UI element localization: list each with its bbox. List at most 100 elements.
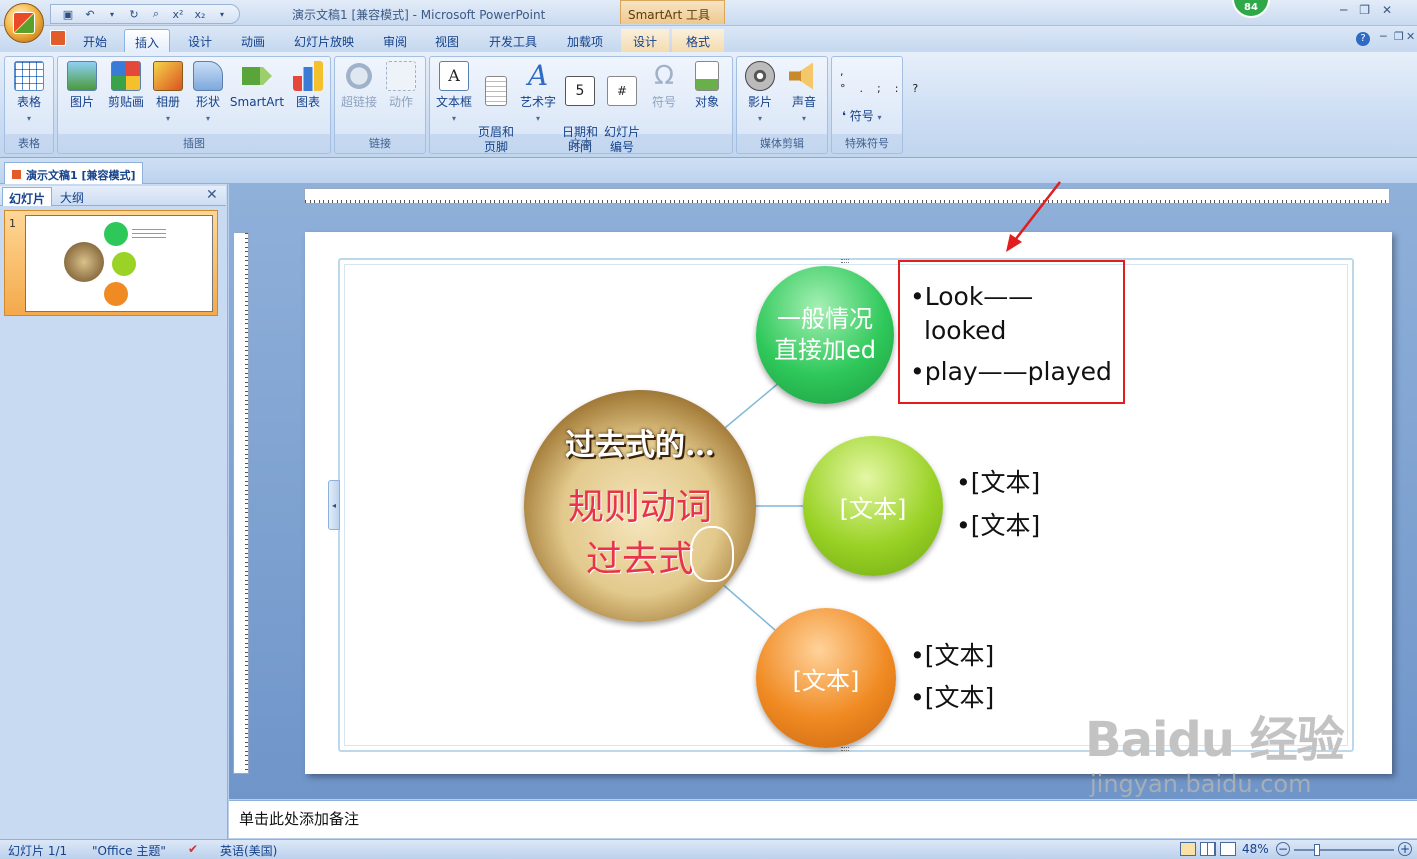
node-1-bullet-1[interactable]: •Look——	[910, 282, 1033, 312]
save-icon[interactable]: ▣	[59, 6, 77, 22]
special-symbol-button[interactable]: ❛ 符号 ▾	[842, 107, 882, 124]
tab-smartart-format[interactable]: 格式	[672, 29, 724, 52]
node-circle-2[interactable]: [文本]	[803, 436, 943, 576]
shapes-button[interactable]: 形状 ▾	[190, 61, 226, 126]
smartart-tools-label: SmartArt 工具	[620, 0, 725, 24]
zoom-slider[interactable]	[1294, 849, 1394, 851]
omega-icon: Ω	[654, 61, 674, 91]
document-icon	[11, 169, 22, 180]
horizontal-ruler	[304, 188, 1390, 204]
superscript-icon[interactable]: x²	[169, 6, 187, 22]
ribbon-minimize-icon[interactable]: ─	[1380, 30, 1387, 43]
slide-sorter-icon[interactable]	[1200, 842, 1216, 856]
node-2-bullet-1[interactable]: •[文本]	[956, 468, 1040, 498]
group-special-label: 特殊符号	[845, 137, 889, 150]
tab-animation[interactable]: 动画	[230, 29, 276, 52]
action-button[interactable]: 动作	[381, 61, 421, 110]
group-links: 超链接 动作 链接	[334, 56, 426, 154]
slide-thumbnail[interactable]: 1	[4, 210, 218, 316]
tab-slides[interactable]: 幻灯片	[2, 187, 53, 206]
redo-icon[interactable]: ↻	[125, 6, 143, 22]
node-circle-2-label: [文本]	[839, 494, 907, 523]
node-2-bullet-2[interactable]: •[文本]	[956, 511, 1040, 541]
node-1-bullet-1-cont[interactable]: looked	[924, 316, 1006, 346]
status-language[interactable]: 英语(美国)	[220, 842, 277, 859]
tab-outline[interactable]: 大纲	[54, 187, 90, 206]
wordart-button[interactable]: A 艺术字 ▾	[518, 61, 558, 126]
close-pane-icon[interactable]: ✕	[206, 187, 218, 203]
group-illustrations-label: 插图	[183, 137, 205, 150]
ribbon-close-icon[interactable]: ✕	[1406, 30, 1415, 43]
symbol-button[interactable]: Ω 符号	[644, 61, 684, 110]
node-1-bullet-2[interactable]: •play——played	[910, 357, 1112, 387]
tab-insert[interactable]: 插入	[124, 29, 170, 52]
object-button[interactable]: 对象	[686, 61, 728, 110]
undo-icon[interactable]: ↶	[81, 6, 99, 22]
node-circle-1-label: 一般情况直接加ed	[774, 305, 876, 364]
hyperlink-button[interactable]: 超链接	[337, 61, 381, 110]
tab-home[interactable]: 开始	[74, 29, 116, 52]
smartart-button[interactable]: SmartArt	[228, 61, 286, 110]
center-circle-line2: 规则动词	[567, 487, 712, 528]
ribbon-restore-icon[interactable]: ❐	[1394, 30, 1404, 43]
tab-review[interactable]: 审阅	[372, 29, 418, 52]
picture-icon	[67, 61, 97, 91]
document-tab-bar	[0, 158, 1417, 184]
node-circle-3[interactable]: [文本]	[756, 608, 896, 748]
undo-dropdown-icon[interactable]: ▾	[103, 6, 121, 22]
picture-button[interactable]: 图片	[62, 61, 102, 110]
restore-icon[interactable]: ❐	[1359, 3, 1370, 17]
customize-qat-icon[interactable]: ▾	[213, 6, 231, 22]
quick-access-toolbar: ▣ ↶ ▾ ↻ ⌕ x² x₂ ▾	[50, 4, 240, 24]
punctuation-grid[interactable]: ,°.;:?	[840, 63, 918, 97]
app-menu-icon[interactable]	[50, 30, 66, 46]
hyperlink-icon	[344, 61, 374, 91]
center-circle-header: 过去式的…	[565, 428, 715, 463]
table-button[interactable]: 表格 ▾	[9, 61, 49, 126]
status-theme[interactable]: "Office 主题"	[92, 842, 166, 859]
normal-view-icon[interactable]	[1180, 842, 1196, 856]
node-3-bullet-2[interactable]: •[文本]	[910, 683, 994, 713]
zoom-level[interactable]: 48%	[1242, 842, 1269, 856]
clipart-button[interactable]: 剪贴画	[104, 61, 148, 110]
zoom-in-icon[interactable]: +	[1398, 842, 1412, 856]
slide-thumbnail-number: 1	[9, 217, 16, 230]
textbox-button[interactable]: A 文本框 ▾	[432, 61, 476, 126]
photo-album-button[interactable]: 相册 ▾	[148, 61, 188, 126]
movie-button[interactable]: 影片 ▾	[739, 61, 781, 126]
slideshow-view-icon[interactable]	[1220, 842, 1236, 856]
tab-slideshow[interactable]: 幻灯片放映	[284, 29, 364, 52]
office-button[interactable]	[4, 3, 44, 43]
zoom-slider-thumb[interactable]	[1314, 844, 1320, 856]
document-tab[interactable]: 演示文稿1 [兼容模式]	[4, 162, 143, 184]
vertical-ruler	[233, 232, 249, 774]
node-3-bullet-1[interactable]: •[文本]	[910, 641, 994, 671]
help-icon[interactable]: ?	[1356, 32, 1370, 46]
close-icon[interactable]: ✕	[1382, 3, 1392, 17]
group-text: A 文本框 ▾ 页眉和 页脚 A 艺术字 ▾ 5 日期和 时间 # 幻灯片 编号 Ω…	[429, 56, 733, 154]
node-circle-3-label: [文本]	[792, 666, 860, 695]
group-table: 表格 ▾ 表格	[4, 56, 54, 154]
tab-design[interactable]: 设计	[178, 29, 222, 52]
smartart-icon	[242, 67, 272, 85]
calendar-icon: 5	[565, 76, 595, 106]
minimize-icon[interactable]: ─	[1340, 3, 1347, 17]
header-footer-icon	[485, 76, 507, 106]
chart-button[interactable]: 图表	[288, 61, 328, 110]
clipart-icon	[111, 61, 141, 91]
subscript-icon[interactable]: x₂	[191, 6, 209, 22]
tab-view[interactable]: 视图	[424, 29, 470, 52]
node-circle-1[interactable]: 一般情况直接加ed	[756, 266, 894, 404]
ribbon: 表格▾ 表格 图片 剪贴画 相册▾ 形状▾ SmartArt 图表 插图	[0, 52, 1417, 158]
thumb-node-orange	[104, 282, 128, 306]
spellcheck-icon[interactable]: ✔	[188, 842, 198, 856]
status-bar: 幻灯片 1/1 "Office 主题" ✔ 英语(美国) 48% − +	[0, 839, 1417, 859]
tab-developer[interactable]: 开发工具	[478, 29, 548, 52]
tab-addins[interactable]: 加载项	[556, 29, 614, 52]
print-preview-icon[interactable]: ⌕	[147, 6, 165, 22]
textbox-icon: A	[439, 61, 469, 91]
zoom-out-icon[interactable]: −	[1276, 842, 1290, 856]
center-image-circle[interactable]: 过去式的… 规则动词 过去式	[524, 390, 756, 622]
sound-button[interactable]: 声音 ▾	[783, 61, 825, 126]
tab-smartart-design[interactable]: 设计	[621, 29, 669, 52]
